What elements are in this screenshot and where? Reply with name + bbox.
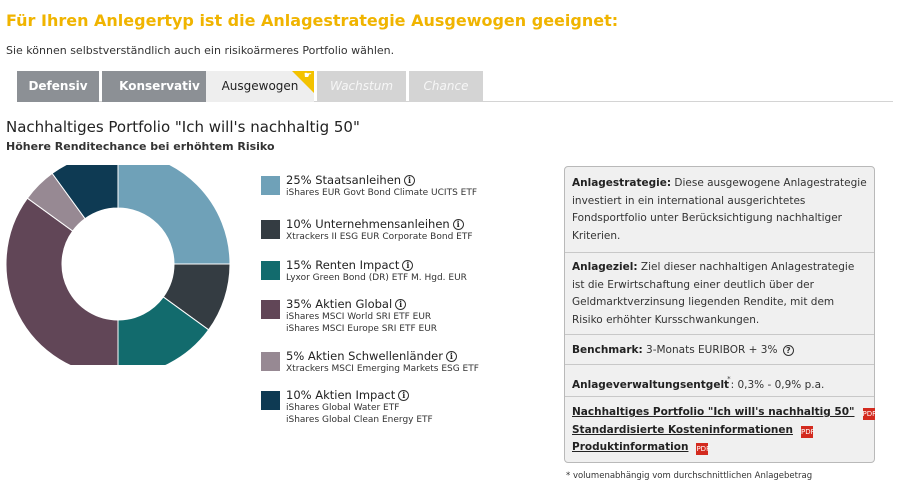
- cost-information-link[interactable]: Standardisierte Kosteninformationen: [572, 424, 793, 436]
- tab-ausgewogen-label: Ausgewogen: [221, 79, 299, 93]
- tab-chance: Chance: [409, 71, 483, 102]
- legend-label: 10% Aktien Impact: [286, 388, 396, 402]
- info-icon[interactable]: i: [404, 175, 416, 186]
- fund-name: iShares MSCI World SRI ETF EUR: [286, 312, 432, 322]
- legend-label: 35% Aktien Global: [286, 297, 393, 311]
- fund-name: iShares Global Water ETF: [286, 403, 400, 413]
- portfolio-title: Nachhaltiges Portfolio "Ich will's nachh…: [6, 118, 360, 136]
- tab-ausgewogen[interactable]: Ausgewogen ☛: [206, 71, 314, 102]
- fund-name: iShares MSCI Europe SRI ETF EUR: [286, 323, 438, 334]
- fund-name: iShares Global Clean Energy ETF: [286, 414, 433, 425]
- strategy-section: Anlagestrategie: Diese ausgewogene Anlag…: [572, 175, 868, 245]
- fund-name: Xtrackers MSCI Emerging Markets ESG ETF: [286, 364, 479, 374]
- divider: [565, 396, 874, 397]
- pdf-icon[interactable]: PDF: [696, 443, 710, 455]
- strategy-info-box: Anlagestrategie: Diese ausgewogene Anlag…: [564, 166, 876, 463]
- strategy-label: Anlagestrategie:: [572, 177, 672, 189]
- portfolio-subtitle: Höhere Renditechance bei erhöhtem Risiko: [6, 140, 275, 153]
- legend-swatch: [261, 176, 280, 195]
- tab-wachstum: Wachstum: [317, 71, 406, 102]
- legend-label: 5% Aktien Schwellenländer: [286, 349, 443, 363]
- fee-section: Anlageverwaltungsentgelt*: 0,3% - 0,9% p…: [572, 371, 868, 395]
- pdf-icon[interactable]: PDF: [800, 425, 815, 438]
- legend-label: 25% Staatsanleihen: [286, 173, 402, 187]
- footnote: * volumenabhängig vom durchschnittlichen…: [566, 471, 813, 481]
- goal-label: Anlageziel:: [572, 261, 638, 273]
- tab-konservativ[interactable]: Konservativ: [102, 71, 217, 102]
- legend-label: 15% Renten Impact: [286, 258, 400, 272]
- info-icon[interactable]: i: [452, 219, 464, 230]
- goal-section: Anlageziel: Ziel dieser nachhaltigen Anl…: [572, 259, 868, 329]
- legend-swatch: [261, 220, 280, 239]
- divider: [565, 334, 874, 335]
- fund-name: Xtrackers II ESG EUR Corporate Bond ETF: [286, 232, 473, 242]
- strategy-tabs: Defensiv Konservativ Ausgewogen ☛ Wachst…: [17, 71, 893, 102]
- donut-slice-0: [117, 165, 231, 265]
- fund-name: iShares EUR Govt Bond Climate UCITS ETF: [286, 188, 478, 198]
- legend-swatch: [261, 391, 280, 410]
- benchmark-label: Benchmark:: [572, 344, 643, 356]
- page-subheadline: Sie können selbstverständlich auch ein r…: [6, 44, 395, 57]
- fee-label: Anlageverwaltungsentgelt: [572, 379, 730, 391]
- pdf-icon[interactable]: PDF: [862, 408, 876, 420]
- info-icon[interactable]: i: [445, 351, 457, 362]
- allocation-donut-chart: [6, 165, 231, 365]
- benchmark-text: 3-Monats EURIBOR + 3%: [646, 344, 778, 356]
- info-icon[interactable]: i: [398, 390, 410, 401]
- divider: [565, 252, 874, 253]
- info-icon[interactable]: i: [395, 299, 407, 310]
- benchmark-section: Benchmark: 3-Monats EURIBOR + 3% ?: [572, 342, 868, 360]
- legend-swatch: [261, 261, 280, 280]
- product-information-link[interactable]: Produktinformation: [572, 441, 688, 453]
- legend-swatch: [261, 352, 280, 371]
- fee-text: : 0,3% - 0,9% p.a.: [730, 379, 825, 391]
- legend-swatch: [261, 300, 280, 319]
- tab-defensiv[interactable]: Defensiv: [17, 71, 99, 102]
- page-headline: Für Ihren Anlegertyp ist die Anlagestrat…: [6, 11, 619, 30]
- portfolio-document-link[interactable]: Nachhaltiges Portfolio "Ich will's nachh…: [572, 406, 855, 418]
- fund-name: Lyxor Green Bond (DR) ETF M. Hgd. EUR: [286, 273, 467, 283]
- hand-pointer-icon: ☛: [303, 71, 312, 81]
- legend-label: 10% Unternehmensanleihen: [286, 217, 450, 231]
- divider: [565, 364, 874, 365]
- info-icon[interactable]: i: [402, 260, 414, 271]
- documents-section: Nachhaltiges Portfolio "Ich will's nachh…: [572, 404, 876, 457]
- help-icon[interactable]: ?: [782, 345, 794, 356]
